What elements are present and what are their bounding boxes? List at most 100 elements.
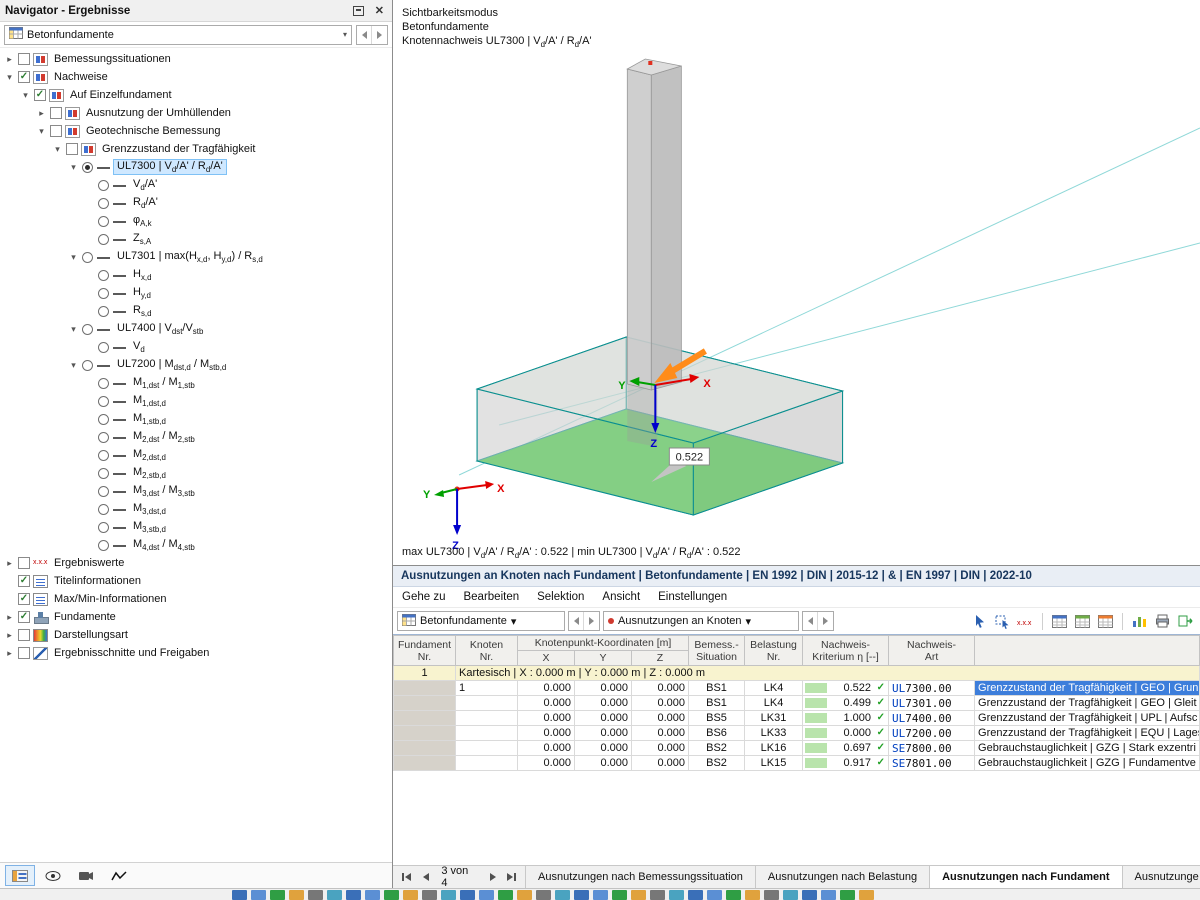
coord-z-cell[interactable]: 0.000 xyxy=(632,681,689,696)
table-tab[interactable]: Ausnutzungen nach Fundament xyxy=(930,866,1122,888)
nachweis-description-cell[interactable]: Grenzzustand der Tragfähigkeit | EQU | L… xyxy=(975,726,1200,741)
coord-x-cell[interactable]: 0.000 xyxy=(518,741,575,756)
taskbar-icon[interactable] xyxy=(631,890,646,900)
tree-item-label[interactable]: M1,dst,d xyxy=(130,394,169,408)
navigator-module-combo[interactable]: Betonfundamente ▾ xyxy=(4,25,352,45)
radio-button[interactable] xyxy=(82,162,93,173)
tree-item[interactable]: M3,dst / M3,stb xyxy=(0,482,392,500)
tree-item[interactable]: ✓Max/Min-Informationen xyxy=(0,590,392,608)
taskbar-icon[interactable] xyxy=(555,890,570,900)
tree-item-label[interactable]: M3,dst,d xyxy=(130,502,169,516)
radio-button[interactable] xyxy=(98,288,109,299)
tree-item[interactable]: ▸Ergebniswerte xyxy=(0,554,392,572)
taskbar-icon[interactable] xyxy=(460,890,475,900)
expand-icon[interactable]: ▸ xyxy=(35,108,48,119)
tree-item[interactable]: Vd/A' xyxy=(0,176,392,194)
expand-icon[interactable]: ▸ xyxy=(3,612,16,623)
tree-item[interactable]: ▾UL7200 | Mdst,d / Mstb,d xyxy=(0,356,392,374)
coord-z-cell[interactable]: 0.000 xyxy=(632,726,689,741)
bemessungssituation-cell[interactable]: BS1 xyxy=(689,696,745,711)
tree-item[interactable]: ▾ Grenzzustand der Tragfähigkeit xyxy=(0,140,392,158)
checkbox[interactable]: ✓ xyxy=(18,593,30,605)
result-values-icon[interactable]: x.x.x xyxy=(1015,612,1036,631)
taskbar-icon[interactable] xyxy=(232,890,247,900)
tree-item-label[interactable]: φA,k xyxy=(130,214,155,228)
coord-x-cell[interactable]: 0.000 xyxy=(518,726,575,741)
tree-item-label[interactable]: UL7300 | Vd/A' / Rd/A' xyxy=(114,160,226,174)
radio-button[interactable] xyxy=(98,234,109,245)
taskbar-icon[interactable] xyxy=(802,890,817,900)
tab-data-panel[interactable] xyxy=(5,865,35,886)
tree-item-label[interactable]: Ergebniswerte xyxy=(51,557,127,569)
taskbar-icon[interactable] xyxy=(783,890,798,900)
group-row[interactable]: 1 Kartesisch | X : 0.000 m | Y : 0.000 m… xyxy=(394,666,1200,681)
window-select-icon[interactable] xyxy=(992,612,1013,631)
menu-item[interactable]: Selektion xyxy=(528,591,593,603)
chevron-down-icon[interactable]: ▾ xyxy=(343,30,347,39)
radio-button[interactable] xyxy=(82,252,93,263)
tree-item-label[interactable]: Bemessungssituationen xyxy=(51,53,174,65)
table-tab[interactable]: Ausnutzungen nach Bemessungssituation xyxy=(526,866,756,888)
tree-item-label[interactable]: Geotechnische Bemessung xyxy=(83,125,224,137)
tree-item-label[interactable]: Darstellungsart xyxy=(51,629,131,641)
belastung-cell[interactable]: LK16 xyxy=(745,741,803,756)
taskbar-icon[interactable] xyxy=(384,890,399,900)
tree-item-label[interactable]: M1,stb,d xyxy=(130,412,169,426)
tree-item-label[interactable]: M4,dst / M4,stb xyxy=(130,538,198,552)
collapse-icon[interactable]: ▾ xyxy=(67,324,80,335)
taskbar-icon[interactable] xyxy=(441,890,456,900)
tree-item-label[interactable]: Rs,d xyxy=(130,304,155,318)
coord-x-cell[interactable]: 0.000 xyxy=(518,756,575,771)
tree-item[interactable]: ▸Darstellungsart xyxy=(0,626,392,644)
taskbar-icon[interactable] xyxy=(403,890,418,900)
prev-icon[interactable] xyxy=(357,26,372,44)
fundament-cell[interactable] xyxy=(394,756,456,771)
group-coordinates-text[interactable]: Kartesisch | X : 0.000 m | Y : 0.000 m |… xyxy=(456,666,1200,681)
tree-item-label[interactable]: Grenzzustand der Tragfähigkeit xyxy=(99,143,258,155)
export-icon[interactable] xyxy=(1175,612,1196,631)
coord-y-cell[interactable]: 0.000 xyxy=(575,711,632,726)
taskbar-icon[interactable] xyxy=(498,890,513,900)
tree-item-label[interactable]: Ergebnisschnitte und Freigaben xyxy=(51,647,212,659)
table-settings-icon[interactable] xyxy=(1095,612,1116,631)
radio-button[interactable] xyxy=(98,504,109,515)
next-icon[interactable] xyxy=(372,26,387,44)
belastung-cell[interactable]: LK31 xyxy=(745,711,803,726)
coord-z-cell[interactable]: 0.000 xyxy=(632,756,689,771)
bemessungssituation-cell[interactable]: BS2 xyxy=(689,756,745,771)
radio-button[interactable] xyxy=(82,324,93,335)
tree-item-label[interactable]: Ausnutzung der Umhüllenden xyxy=(83,107,234,119)
expand-icon[interactable]: ▸ xyxy=(3,54,16,65)
radio-button[interactable] xyxy=(82,360,93,371)
nachweis-kriterium-cell[interactable]: 0.697✓ xyxy=(803,741,889,756)
checkbox[interactable] xyxy=(18,557,30,569)
coord-y-cell[interactable]: 0.000 xyxy=(575,696,632,711)
coord-z-cell[interactable]: 0.000 xyxy=(632,741,689,756)
taskbar-icon[interactable] xyxy=(517,890,532,900)
tree-item-label[interactable]: Fundamente xyxy=(51,611,119,623)
tree-item[interactable]: Rs,d xyxy=(0,302,392,320)
tree-item[interactable]: M1,stb,d xyxy=(0,410,392,428)
radio-button[interactable] xyxy=(98,270,109,281)
next-page-icon[interactable] xyxy=(485,869,501,885)
taskbar-icon[interactable] xyxy=(707,890,722,900)
nachweis-code-cell[interactable]: SE7801.00 xyxy=(889,756,975,771)
coord-y-cell[interactable]: 0.000 xyxy=(575,726,632,741)
tree-item[interactable]: Zs,A xyxy=(0,230,392,248)
coord-z-cell[interactable]: 0.000 xyxy=(632,696,689,711)
coord-y-cell[interactable]: 0.000 xyxy=(575,741,632,756)
tree-item[interactable]: ▾UL7400 | Vdst/Vstb xyxy=(0,320,392,338)
pointer-select-icon[interactable] xyxy=(969,612,990,631)
viewport[interactable]: X Y Z X Y Z xyxy=(393,0,1200,565)
taskbar-icon[interactable] xyxy=(422,890,437,900)
collapse-icon[interactable]: ▾ xyxy=(67,162,80,173)
taskbar-icon[interactable] xyxy=(574,890,589,900)
fundament-cell[interactable] xyxy=(394,711,456,726)
radio-button[interactable] xyxy=(98,486,109,497)
checkbox[interactable]: ✓ xyxy=(34,89,46,101)
menu-item[interactable]: Gehe zu xyxy=(393,591,454,603)
collapse-icon[interactable]: ▾ xyxy=(51,144,64,155)
prev-icon[interactable] xyxy=(569,612,584,630)
group-fundament-nr[interactable]: 1 xyxy=(394,666,456,681)
taskbar-icon[interactable] xyxy=(859,890,874,900)
